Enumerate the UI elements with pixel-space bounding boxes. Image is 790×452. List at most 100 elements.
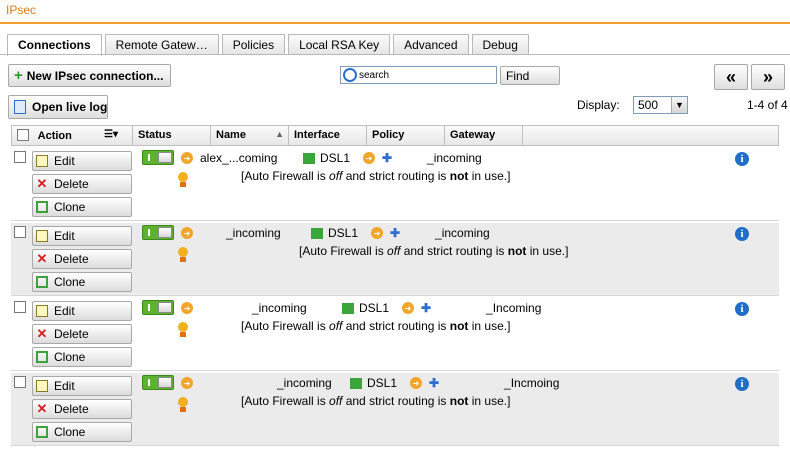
policy-header[interactable]: Policy [367, 126, 445, 145]
tab-local-rsa-key[interactable]: Local RSA Key [288, 34, 391, 55]
delete-icon: ✕ [36, 401, 48, 416]
clone-icon [36, 351, 48, 363]
interface-icon [311, 227, 323, 239]
title-divider [0, 22, 790, 24]
find-button[interactable]: Find [500, 66, 560, 85]
clone-button[interactable]: Clone [32, 197, 132, 217]
double-chevron-left-icon: « [725, 66, 736, 87]
delete-icon: ✕ [36, 326, 48, 341]
connection-note: [Auto Firewall is off and strict routing… [241, 394, 511, 408]
edit-button[interactable]: Edit [32, 226, 132, 246]
info-icon[interactable]: i [735, 152, 749, 166]
status-header[interactable]: Status [133, 126, 211, 145]
gateway-icon: ✚ [429, 375, 440, 390]
edit-icon [36, 155, 48, 167]
delete-button[interactable]: ✕ Delete [32, 249, 132, 269]
row-checkbox[interactable] [14, 376, 26, 388]
edit-icon [36, 230, 48, 242]
display-count-select[interactable]: 500 ▼ [633, 96, 688, 114]
interface-name: DSL1 [359, 301, 390, 315]
status-toggle[interactable] [142, 225, 174, 240]
connection-name[interactable]: alex_...coming [200, 151, 303, 165]
tab-policies[interactable]: Policies [221, 34, 286, 55]
row-checkbox[interactable] [14, 301, 26, 313]
search-input[interactable]: search [340, 66, 497, 84]
edit-button[interactable]: Edit [32, 376, 132, 396]
tabs-divider [0, 54, 790, 55]
row-checkbox[interactable] [14, 151, 26, 163]
next-page-button[interactable]: » [751, 64, 785, 90]
select-all-checkbox[interactable] [17, 129, 29, 141]
action-header[interactable]: Action ☰▾ [12, 126, 133, 145]
clone-icon [36, 276, 48, 288]
connection-note: [Auto Firewall is off and strict routing… [299, 244, 569, 258]
open-live-log-label: Open live log [32, 100, 108, 114]
connection-arrow-icon: ➜ [363, 152, 376, 164]
connection-arrow-icon: ➜ [181, 227, 193, 239]
gateway-name: _Incoming [486, 301, 542, 315]
table-row: Edit ✕ Delete Clone ➜ _incoming DSL1 ➜ ✚ … [11, 223, 779, 296]
table-row: Edit ✕ Delete Clone ➜ _incoming DSL1 ➜ ✚ … [11, 373, 779, 446]
clone-label: Clone [54, 275, 86, 289]
status-toggle[interactable] [142, 300, 174, 315]
tab-connections[interactable]: Connections [7, 34, 102, 56]
delete-button[interactable]: ✕ Delete [32, 174, 132, 194]
connection-summary: ➜ _incoming DSL1 ➜ ✚ _Incoming [181, 300, 541, 316]
connection-arrow-icon: ➜ [371, 227, 384, 239]
connection-arrow-icon: ➜ [181, 302, 193, 314]
certificate-icon [178, 172, 188, 187]
tab-debug[interactable]: Debug [471, 34, 529, 55]
new-ipsec-connection-button[interactable]: + New IPsec connection... [8, 64, 171, 87]
open-live-log-button[interactable]: Open live log [8, 95, 108, 119]
info-icon[interactable]: i [735, 302, 749, 316]
delete-button[interactable]: ✕ Delete [32, 324, 132, 344]
delete-label: Delete [54, 327, 89, 341]
double-chevron-right-icon: » [762, 66, 773, 87]
clone-icon [36, 201, 48, 213]
status-toggle[interactable] [142, 375, 174, 390]
status-toggle[interactable] [142, 150, 174, 165]
tab-bar: Connections Remote Gatew… Policies Local… [7, 34, 532, 56]
edit-icon [36, 305, 48, 317]
gateway-name: _Incmoing [504, 376, 560, 390]
name-header[interactable]: Name ▲ [211, 126, 289, 145]
delete-button[interactable]: ✕ Delete [32, 399, 132, 419]
gateway-icon: ✚ [382, 150, 393, 165]
clone-label: Clone [54, 200, 86, 214]
edit-button[interactable]: Edit [32, 301, 132, 321]
edit-button[interactable]: Edit [32, 151, 132, 171]
prev-page-button[interactable]: « [714, 64, 748, 90]
connection-name[interactable]: _incoming [200, 226, 311, 240]
delete-icon: ✕ [36, 251, 48, 266]
interface-icon [342, 302, 354, 314]
connection-summary: ➜ _incoming DSL1 ➜ ✚ _incoming [181, 225, 490, 241]
certificate-icon [178, 322, 188, 337]
gateway-icon: ✚ [421, 300, 432, 315]
delete-label: Delete [54, 252, 89, 266]
connection-summary: ➜ _incoming DSL1 ➜ ✚ _Incmoing [181, 375, 559, 391]
connection-arrow-icon: ➜ [402, 302, 415, 314]
interface-icon [303, 152, 315, 164]
edit-icon [36, 380, 48, 392]
edit-label: Edit [54, 304, 75, 318]
gateway-name: _incoming [427, 151, 482, 165]
display-count-value: 500 [638, 98, 659, 112]
name-header-label: Name [216, 129, 246, 141]
connection-summary: ➜ alex_...coming DSL1 ➜ ✚ _incoming [181, 150, 482, 166]
tab-remote-gateways[interactable]: Remote Gatew… [104, 34, 219, 55]
table-row: Edit ✕ Delete Clone ➜ _incoming DSL1 ➜ ✚ … [11, 298, 779, 371]
result-count: 1-4 of 4 [747, 98, 788, 112]
connection-name[interactable]: _incoming [200, 376, 350, 390]
clone-button[interactable]: Clone [32, 272, 132, 292]
display-label: Display: [577, 98, 620, 112]
clone-button[interactable]: Clone [32, 422, 132, 442]
tab-advanced[interactable]: Advanced [393, 34, 469, 55]
connection-name[interactable]: _incoming [200, 301, 342, 315]
clone-button[interactable]: Clone [32, 347, 132, 367]
info-icon[interactable]: i [735, 227, 749, 241]
gateway-header[interactable]: Gateway [445, 126, 523, 145]
info-icon[interactable]: i [735, 377, 749, 391]
row-checkbox[interactable] [14, 226, 26, 238]
interface-header[interactable]: Interface [289, 126, 367, 145]
column-menu-icon[interactable]: ☰▾ [104, 129, 118, 140]
